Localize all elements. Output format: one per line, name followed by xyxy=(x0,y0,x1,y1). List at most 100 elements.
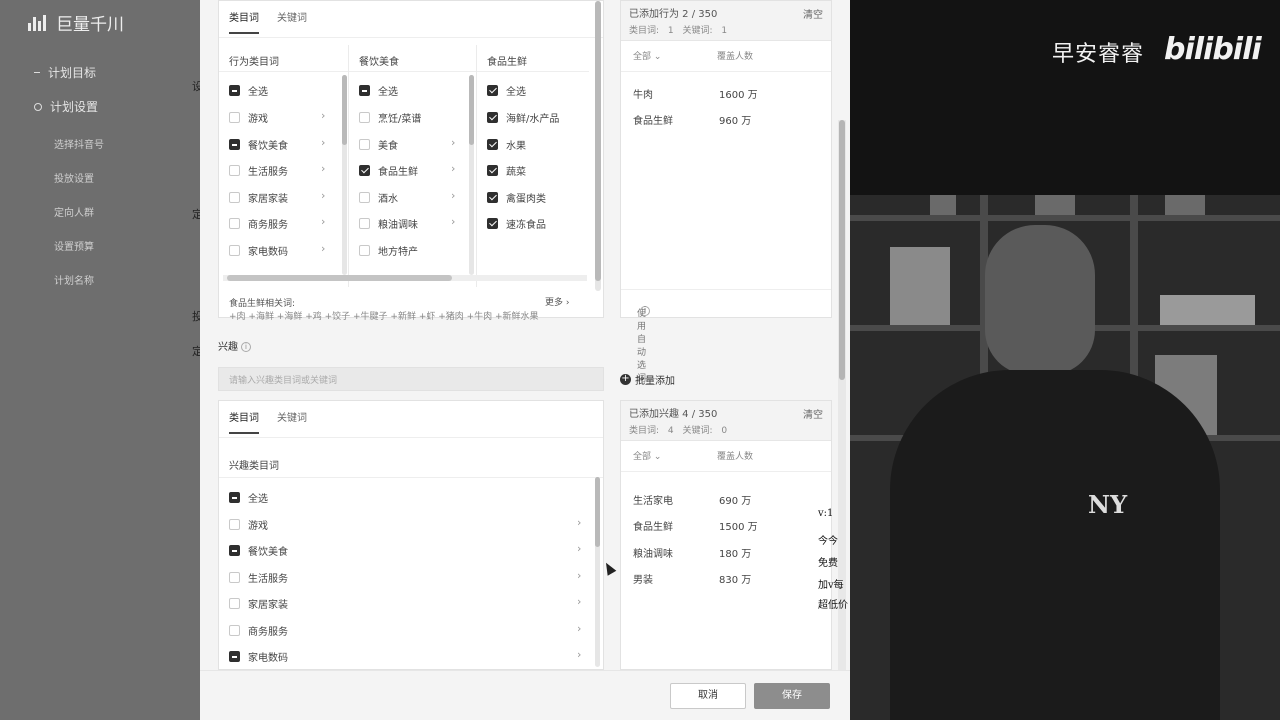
checkbox-partial[interactable] xyxy=(229,651,240,662)
scroll-thumb[interactable] xyxy=(595,1,601,281)
option-meat-eggs[interactable]: 禽蛋肉类 xyxy=(487,190,546,205)
checkbox[interactable] xyxy=(229,572,240,583)
checkbox-checked[interactable] xyxy=(359,165,370,176)
checkbox-partial[interactable] xyxy=(229,85,240,96)
chevron-right-icon[interactable]: › xyxy=(321,242,325,255)
checkbox[interactable] xyxy=(229,598,240,609)
option-business[interactable]: 商务服务 xyxy=(229,623,288,638)
nav-item-plan-settings[interactable]: 计划设置 xyxy=(34,98,98,115)
chevron-right-icon[interactable]: › xyxy=(577,595,581,608)
subnav-item-3[interactable]: 定向人群 xyxy=(54,204,94,219)
clear-button[interactable]: 清空 xyxy=(803,6,823,21)
chevron-right-icon[interactable]: › xyxy=(321,109,325,122)
column-scrollbar[interactable] xyxy=(342,75,347,275)
chevron-right-icon[interactable]: › xyxy=(321,215,325,228)
filter-dropdown[interactable]: 全部 ⌄ xyxy=(633,449,661,462)
column-scrollbar[interactable] xyxy=(595,477,600,667)
batch-add-button[interactable]: + 批量添加 xyxy=(620,372,675,387)
chevron-right-icon[interactable]: › xyxy=(451,189,455,202)
scroll-thumb[interactable] xyxy=(342,75,347,145)
tab-keywords[interactable]: 关键词 xyxy=(277,9,307,34)
checkbox[interactable] xyxy=(229,112,240,123)
option-seafood[interactable]: 海鲜/水产品 xyxy=(487,110,559,125)
option-fresh-food[interactable]: 食品生鲜 xyxy=(359,163,418,178)
checkbox-partial[interactable] xyxy=(229,492,240,503)
chevron-right-icon[interactable]: › xyxy=(451,136,455,149)
checkbox[interactable] xyxy=(229,165,240,176)
option-food[interactable]: 餐饮美食 xyxy=(229,137,288,152)
scroll-thumb[interactable] xyxy=(469,75,474,145)
checkbox[interactable] xyxy=(359,245,370,256)
option-condiments[interactable]: 粮油调味 xyxy=(359,216,418,231)
scroll-thumb[interactable] xyxy=(839,120,845,380)
option-game[interactable]: 游戏 xyxy=(229,110,268,125)
option-electronics[interactable]: 家电数码 xyxy=(229,649,288,664)
tab-category-words[interactable]: 类目词 xyxy=(229,409,259,434)
scroll-thumb[interactable] xyxy=(227,275,452,281)
option-select-all[interactable]: 全选 xyxy=(229,490,268,505)
checkbox-partial[interactable] xyxy=(229,139,240,150)
chevron-right-icon[interactable]: › xyxy=(577,569,581,582)
filter-dropdown[interactable]: 全部 ⌄ xyxy=(633,49,661,62)
option-local-specialty[interactable]: 地方特产 xyxy=(359,243,418,258)
checkbox[interactable] xyxy=(229,218,240,229)
option-life-service[interactable]: 生活服务 xyxy=(229,163,288,178)
checkbox[interactable] xyxy=(229,192,240,203)
option-electronics[interactable]: 家电数码 xyxy=(229,243,288,258)
subnav-item-5[interactable]: 计划名称 xyxy=(54,272,94,287)
option-life-service[interactable]: 生活服务 xyxy=(229,570,288,585)
checkbox-checked[interactable] xyxy=(487,218,498,229)
chevron-right-icon[interactable]: › xyxy=(577,622,581,635)
checkbox[interactable] xyxy=(229,519,240,530)
option-vegetables[interactable]: 蔬菜 xyxy=(487,163,526,178)
option-cooking[interactable]: 烹饪/菜谱 xyxy=(359,110,421,125)
option-select-all[interactable]: 全选 xyxy=(487,83,526,98)
tab-category-words[interactable]: 类目词 xyxy=(229,9,259,34)
horizontal-scrollbar[interactable] xyxy=(223,275,587,281)
checkbox-checked[interactable] xyxy=(487,165,498,176)
checkbox[interactable] xyxy=(359,192,370,203)
checkbox[interactable] xyxy=(359,218,370,229)
checkbox[interactable] xyxy=(229,625,240,636)
checkbox-checked[interactable] xyxy=(487,85,498,96)
panel-scrollbar[interactable] xyxy=(595,1,601,291)
chevron-right-icon[interactable]: › xyxy=(577,542,581,555)
checkbox-partial[interactable] xyxy=(359,85,370,96)
checkbox-checked[interactable] xyxy=(487,192,498,203)
subnav-item-2[interactable]: 投放设置 xyxy=(54,170,94,185)
app-logo[interactable]: 巨量千川 xyxy=(28,10,124,35)
option-home[interactable]: 家居家装 xyxy=(229,596,288,611)
save-button[interactable]: 保存 xyxy=(754,683,830,709)
chevron-right-icon[interactable]: › xyxy=(321,189,325,202)
option-cuisine[interactable]: 美食 xyxy=(359,137,398,152)
option-food[interactable]: 餐饮美食 xyxy=(229,543,288,558)
option-fruit[interactable]: 水果 xyxy=(487,137,526,152)
checkbox-checked[interactable] xyxy=(487,139,498,150)
chevron-right-icon[interactable]: › xyxy=(577,516,581,529)
tab-keywords[interactable]: 关键词 xyxy=(277,409,307,434)
clear-button[interactable]: 清空 xyxy=(803,406,823,421)
checkbox-partial[interactable] xyxy=(229,545,240,556)
option-business[interactable]: 商务服务 xyxy=(229,216,288,231)
checkbox-checked[interactable] xyxy=(487,112,498,123)
chevron-right-icon[interactable]: › xyxy=(451,162,455,175)
chevron-right-icon[interactable]: › xyxy=(451,215,455,228)
chevron-right-icon[interactable]: › xyxy=(321,136,325,149)
chevron-right-icon[interactable]: › xyxy=(321,162,325,175)
checkbox[interactable] xyxy=(359,139,370,150)
checkbox[interactable] xyxy=(229,245,240,256)
interest-search-input[interactable]: 请输入兴趣类目词或关键词 xyxy=(218,367,604,391)
chevron-right-icon[interactable]: › xyxy=(577,648,581,661)
subnav-item-4[interactable]: 设置预算 xyxy=(54,238,94,253)
scroll-thumb[interactable] xyxy=(595,477,600,547)
option-select-all[interactable]: 全选 xyxy=(359,83,398,98)
option-select-all[interactable]: 全选 xyxy=(229,83,268,98)
option-frozen-food[interactable]: 速冻食品 xyxy=(487,216,546,231)
related-tags[interactable]: +肉 +海鲜 +海鲜 +鸡 +饺子 +牛腱子 +新鲜 +虾 +猪肉 +牛肉 +新… xyxy=(229,309,569,322)
more-link[interactable]: 更多 › xyxy=(545,295,569,308)
column-scrollbar[interactable] xyxy=(469,75,474,275)
option-drinks[interactable]: 酒水 xyxy=(359,190,398,205)
cancel-button[interactable]: 取消 xyxy=(670,683,746,709)
option-home[interactable]: 家居家装 xyxy=(229,190,288,205)
checkbox[interactable] xyxy=(359,112,370,123)
